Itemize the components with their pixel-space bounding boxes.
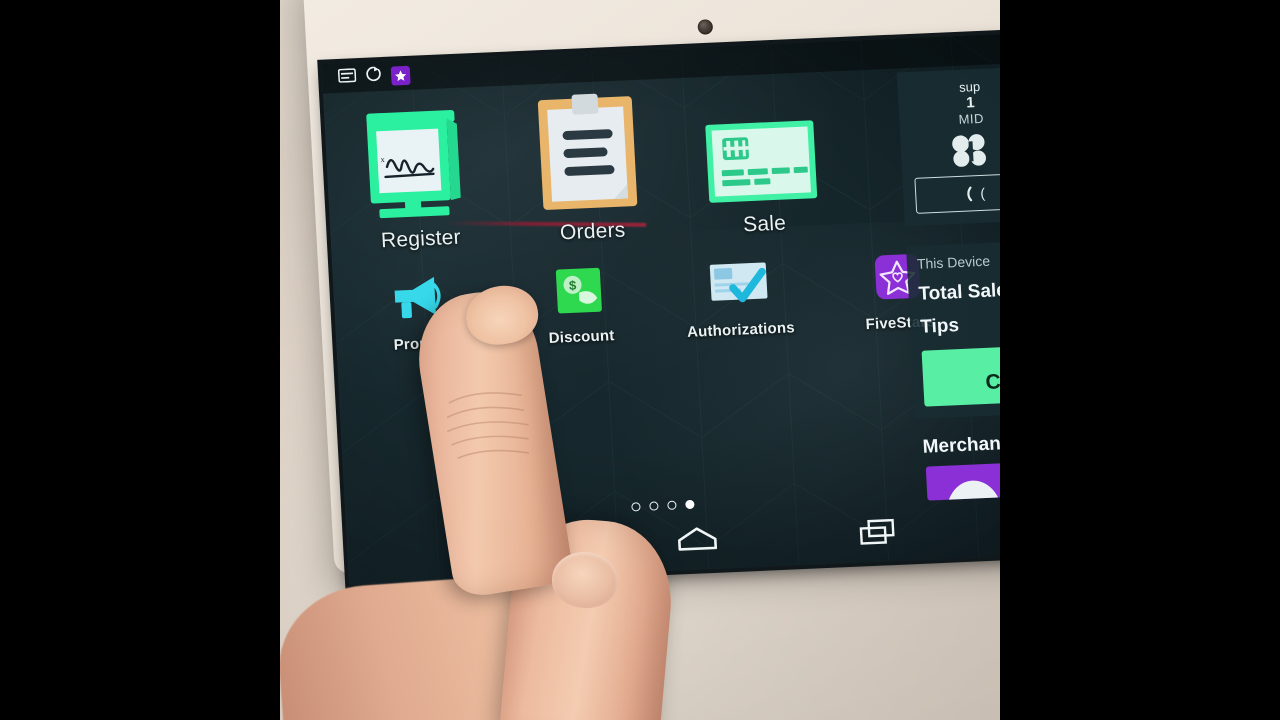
tips-label: Tips [919,315,960,338]
recents-button[interactable] [856,515,900,550]
app-tile-promos[interactable]: Promos [362,265,478,355]
home-app-grid: x Register Orders Sale Promos $ Discount… [323,71,956,357]
screenshot-stage: x Register Orders Sale Promos $ Discount… [0,0,1280,720]
phone-icon [967,186,973,201]
merchant-promo-banner[interactable] [925,461,1000,501]
back-button[interactable] [495,532,539,565]
app-label-orders: Orders [559,218,627,245]
app-label-promos: Promos [393,334,452,354]
card-check-icon [707,252,770,315]
call-button-label: ( [979,184,986,201]
banner-arc-shape [944,479,1000,501]
fivestars-notification-icon [390,65,411,86]
photo-scene: x Register Orders Sale Promos $ Discount… [280,0,1000,720]
megaphone-icon [389,266,450,328]
clipboard-icon [533,84,644,214]
signature-pad-icon: x [359,91,474,222]
close-out-button[interactable]: 8 h CLO [921,345,1000,407]
sales-summary-card: This Device Total Sales Tips 8 h CLO [905,240,1000,420]
app-row-1: x Register Orders Sale [323,71,951,256]
tablet-screen[interactable]: x Register Orders Sale Promos $ Discount… [321,33,1000,585]
support-card: sup 1 MID ( [896,66,1000,227]
home-button[interactable] [673,523,721,558]
app-tile-orders[interactable]: Orders [529,84,649,247]
sync-refresh-icon [365,65,383,88]
app-label-sale: Sale [742,211,787,237]
letterbox-right [1000,0,1280,720]
call-support-button[interactable]: ( [914,172,1000,214]
merchants-label: Merchants [922,432,1000,458]
app-tile-sale[interactable]: Sale [701,76,821,239]
svg-text:x: x [380,155,384,164]
page-dot-2[interactable] [649,501,659,511]
page-dot-1[interactable] [631,502,641,512]
app-tile-discount[interactable]: $ Discount [522,258,638,348]
finger-crease-lines [446,392,530,459]
close-action-label: CLO [984,368,1000,394]
card-reader-icon [337,67,357,88]
money-discount-icon: $ [554,260,605,322]
credit-card-icon [701,76,820,207]
device-scope-label: This Device [916,252,991,272]
page-dot-3[interactable] [667,500,677,510]
app-label-register: Register [380,225,462,253]
letterbox-left [0,0,280,720]
front-camera [697,19,714,35]
app-tile-authorizations[interactable]: Authorizations [681,251,797,341]
clover-logo [912,131,1000,170]
app-label-discount: Discount [548,327,615,347]
app-tile-register[interactable]: x Register [357,91,477,254]
page-dot-4[interactable] [685,499,695,510]
total-sales-label: Total Sales [917,279,1000,305]
